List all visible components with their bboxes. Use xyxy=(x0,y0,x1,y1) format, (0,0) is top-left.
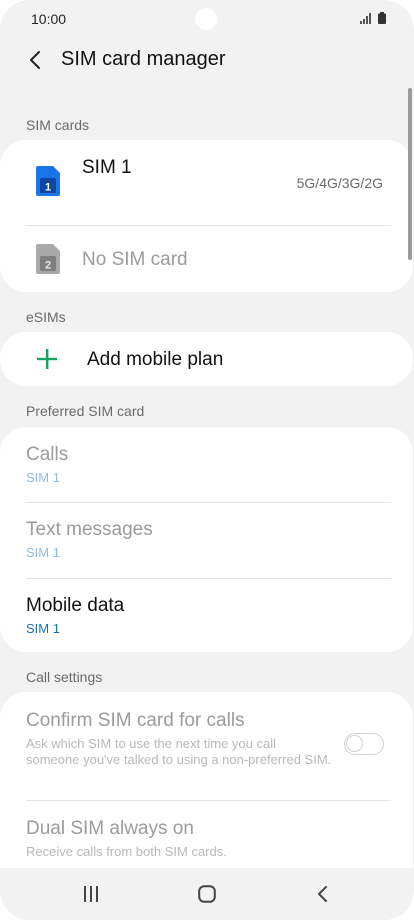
app-header: SIM card manager xyxy=(0,38,414,82)
plus-icon xyxy=(37,349,57,369)
confirm-sim-for-calls-row: Confirm SIM card for calls Ask which SIM… xyxy=(0,692,413,800)
dual-sim-description: Receive calls from both SIM cards. xyxy=(26,844,227,859)
section-label-call-settings: Call settings xyxy=(26,669,103,685)
section-label-preferred: Preferred SIM card xyxy=(26,403,145,419)
sim-card-empty-icon: 2 xyxy=(36,244,60,274)
status-time: 10:00 xyxy=(31,11,67,27)
preferred-mobile-data-row[interactable]: Mobile data SIM 1 xyxy=(0,579,413,652)
dual-sim-title: Dual SIM always on xyxy=(26,818,194,839)
sim-badge-2: 2 xyxy=(45,260,51,272)
camera-cutout xyxy=(195,8,217,30)
home-icon[interactable] xyxy=(198,885,216,903)
sim1-network-types: 5G/4G/3G/2G xyxy=(296,175,383,191)
confirm-sim-title: Confirm SIM card for calls xyxy=(26,710,245,731)
back-arrow-icon[interactable] xyxy=(24,48,48,72)
scrollbar[interactable] xyxy=(408,88,412,260)
phone-screen: 10:00 SIM card manager SIM cards 1 SIM 1… xyxy=(0,0,414,920)
section-label-esims: eSIMs xyxy=(26,309,66,325)
sim-cards-card: 1 SIM 1 5G/4G/3G/2G 2 No SIM card xyxy=(0,140,413,292)
signal-icon xyxy=(360,13,371,24)
no-sim-label: No SIM card xyxy=(82,249,188,270)
preferred-text-messages-row: Text messages SIM 1 xyxy=(0,503,413,578)
recent-apps-icon[interactable] xyxy=(83,886,99,902)
text-messages-title: Text messages xyxy=(26,519,153,540)
text-messages-value: SIM 1 xyxy=(26,545,60,560)
mobile-data-title: Mobile data xyxy=(26,595,125,616)
add-mobile-plan-label: Add mobile plan xyxy=(87,349,224,370)
mobile-data-value: SIM 1 xyxy=(26,621,60,636)
calls-title: Calls xyxy=(26,444,69,465)
page-title: SIM card manager xyxy=(61,48,226,70)
back-nav-icon[interactable] xyxy=(316,886,328,902)
preferred-sim-card: Calls SIM 1 Text messages SIM 1 Mobile d… xyxy=(0,427,413,652)
sim-badge-1: 1 xyxy=(45,182,51,194)
dual-sim-always-on-row: Dual SIM always on Receive calls from bo… xyxy=(0,801,413,871)
preferred-calls-row: Calls SIM 1 xyxy=(0,427,413,502)
status-icons xyxy=(360,12,386,24)
confirm-sim-description: Ask which SIM to use the next time you c… xyxy=(26,736,332,767)
toggle-knob xyxy=(346,735,363,752)
sim-card-row-sim1[interactable]: 1 SIM 1 5G/4G/3G/2G xyxy=(0,140,413,225)
add-mobile-plan-button[interactable]: Add mobile plan xyxy=(0,332,413,386)
sim1-name: SIM 1 xyxy=(82,157,132,178)
sim-card-row-empty: 2 No SIM card xyxy=(0,226,413,292)
calls-value: SIM 1 xyxy=(26,470,60,485)
sim-card-icon: 1 xyxy=(36,166,60,196)
battery-icon xyxy=(378,12,386,24)
confirm-sim-toggle xyxy=(344,733,384,755)
status-bar: 10:00 xyxy=(0,0,414,38)
navigation-bar xyxy=(0,868,414,920)
call-settings-card: Confirm SIM card for calls Ask which SIM… xyxy=(0,692,413,892)
section-label-sim-cards: SIM cards xyxy=(26,117,90,133)
